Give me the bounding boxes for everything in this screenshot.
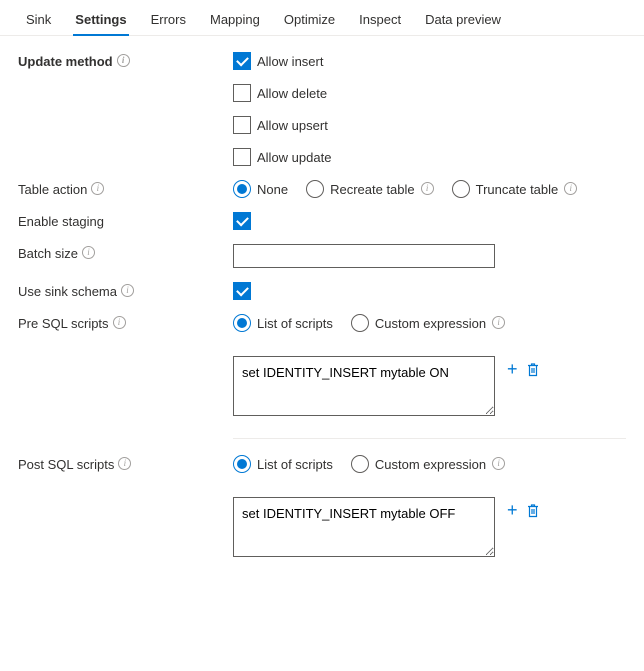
info-icon[interactable]: i	[121, 284, 134, 297]
info-icon[interactable]: i	[421, 182, 434, 195]
radio-table-recreate-label: Recreate table	[330, 182, 415, 197]
label-enable-staging: Enable staging	[18, 212, 233, 229]
radio-table-truncate[interactable]	[452, 180, 470, 198]
radio-pre-custom-label: Custom expression	[375, 316, 486, 331]
section-divider	[233, 438, 626, 439]
label-update-method: Update method i	[18, 52, 233, 69]
tab-mapping[interactable]: Mapping	[198, 6, 272, 35]
radio-post-custom-label: Custom expression	[375, 457, 486, 472]
info-icon[interactable]: i	[117, 54, 130, 67]
checkbox-use-sink-schema[interactable]	[233, 282, 251, 300]
label-batch-size: Batch size i	[18, 244, 233, 261]
textarea-pre-script[interactable]	[233, 356, 495, 416]
radio-pre-list-label: List of scripts	[257, 316, 333, 331]
input-batch-size[interactable]	[233, 244, 495, 268]
checkbox-allow-delete-label: Allow delete	[257, 86, 327, 101]
radio-table-none[interactable]	[233, 180, 251, 198]
info-icon[interactable]: i	[82, 246, 95, 259]
info-icon[interactable]: i	[492, 457, 505, 470]
tab-bar: Sink Settings Errors Mapping Optimize In…	[0, 0, 644, 36]
info-icon[interactable]: i	[91, 182, 104, 195]
checkbox-allow-update[interactable]	[233, 148, 251, 166]
add-icon[interactable]	[507, 360, 518, 378]
tab-settings[interactable]: Settings	[63, 6, 138, 35]
tab-sink[interactable]: Sink	[14, 6, 63, 35]
info-icon[interactable]: i	[118, 457, 131, 470]
checkbox-allow-upsert[interactable]	[233, 116, 251, 134]
radio-table-recreate[interactable]	[306, 180, 324, 198]
info-icon[interactable]: i	[564, 182, 577, 195]
tab-inspect[interactable]: Inspect	[347, 6, 413, 35]
radio-pre-custom[interactable]	[351, 314, 369, 332]
checkbox-allow-insert[interactable]	[233, 52, 251, 70]
checkbox-enable-staging[interactable]	[233, 212, 251, 230]
checkbox-allow-update-label: Allow update	[257, 150, 331, 165]
radio-table-none-label: None	[257, 182, 288, 197]
add-icon[interactable]	[507, 501, 518, 519]
label-pre-sql-scripts: Pre SQL scripts i	[18, 314, 233, 331]
info-icon[interactable]: i	[113, 316, 126, 329]
checkbox-allow-delete[interactable]	[233, 84, 251, 102]
checkbox-allow-upsert-label: Allow upsert	[257, 118, 328, 133]
settings-form: Update method i Allow insert Allow delet…	[0, 36, 644, 601]
label-use-sink-schema: Use sink schema i	[18, 282, 233, 299]
textarea-post-script[interactable]	[233, 497, 495, 557]
radio-post-custom[interactable]	[351, 455, 369, 473]
radio-post-list[interactable]	[233, 455, 251, 473]
delete-icon[interactable]	[526, 503, 540, 518]
checkbox-allow-insert-label: Allow insert	[257, 54, 323, 69]
label-table-action: Table action i	[18, 180, 233, 197]
radio-pre-list[interactable]	[233, 314, 251, 332]
tab-data-preview[interactable]: Data preview	[413, 6, 513, 35]
tab-errors[interactable]: Errors	[139, 6, 198, 35]
label-post-sql-scripts: Post SQL scripts i	[18, 455, 233, 472]
radio-table-truncate-label: Truncate table	[476, 182, 559, 197]
info-icon[interactable]: i	[492, 316, 505, 329]
tab-optimize[interactable]: Optimize	[272, 6, 347, 35]
delete-icon[interactable]	[526, 362, 540, 377]
radio-post-list-label: List of scripts	[257, 457, 333, 472]
